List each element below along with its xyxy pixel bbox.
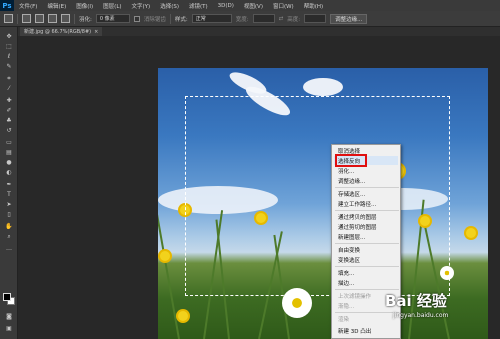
width-label: 宽度: — [235, 16, 249, 23]
menu-window[interactable]: 窗口(W) — [268, 2, 299, 10]
antialias-checkbox[interactable] — [133, 15, 140, 22]
path-select-tool-icon[interactable]: ➤ — [4, 201, 14, 209]
height-label: 高度: — [287, 16, 301, 23]
menu-divider — [335, 266, 399, 267]
marquee-preset-icon[interactable] — [4, 14, 13, 23]
menu-item-save-selection[interactable]: 存储选区... — [338, 190, 365, 198]
menu-item-layer-via-copy[interactable]: 通过拷贝的图层 — [338, 213, 377, 221]
antialias-label: 消除锯齿 — [143, 16, 166, 23]
eraser-tool-icon[interactable]: ▭ — [4, 139, 14, 147]
yellow-flower — [466, 228, 476, 238]
menu-item-feather[interactable]: 羽化... — [338, 167, 354, 175]
gradient-tool-icon[interactable]: ▤ — [4, 149, 14, 157]
eyedropper-tool-icon[interactable]: ⁄ — [4, 85, 14, 93]
menu-3d[interactable]: 3D(D) — [213, 3, 239, 9]
pen-tool-icon[interactable]: ✒ — [4, 181, 14, 189]
shape-tool-icon[interactable]: ▯ — [4, 211, 14, 219]
add-selection-icon[interactable] — [35, 14, 44, 23]
watermark-url: jingyan.baidu.com — [393, 312, 449, 319]
menu-divider — [335, 210, 399, 211]
yellow-flower — [160, 251, 170, 261]
type-tool-icon[interactable]: T — [4, 191, 14, 199]
cloud — [303, 78, 343, 96]
stamp-tool-icon[interactable]: ♣ — [4, 117, 14, 125]
menu-item-refine-edge[interactable]: 调整边缘... — [338, 177, 365, 185]
menu-bar: Ps 文件(F) 编辑(E) 图像(I) 图层(L) 文字(Y) 选择(S) 滤… — [0, 0, 500, 11]
menu-item-stroke[interactable]: 描边... — [338, 279, 354, 287]
blur-tool-icon[interactable]: ● — [4, 159, 14, 167]
menu-view[interactable]: 视图(V) — [239, 2, 268, 10]
menu-select[interactable]: 选择(S) — [155, 2, 184, 10]
style-label: 样式: — [174, 16, 188, 23]
selection-marquee — [185, 96, 450, 296]
quick-select-tool-icon[interactable]: ✎ — [4, 63, 14, 71]
menu-item-free-transform[interactable]: 自由变换 — [338, 246, 360, 254]
feather-input[interactable]: 0 像素 — [95, 14, 130, 23]
document-tab-bar: 新建.jpg @ 66.7%(RGB/8#) × — [18, 27, 500, 36]
healing-tool-icon[interactable]: ✚ — [4, 97, 14, 105]
menu-image[interactable]: 图像(I) — [71, 2, 98, 10]
intersect-selection-icon[interactable] — [61, 14, 70, 23]
move-tool-icon[interactable]: ✥ — [4, 33, 14, 41]
baidu-jingyan-watermark: Bai 经验 jingyan.baidu.com — [385, 290, 497, 336]
subtract-selection-icon[interactable] — [48, 14, 57, 23]
divider — [17, 13, 18, 24]
screen-mode-icon[interactable]: ▣ — [4, 325, 14, 333]
tools-panel: ✥ ⬚ ℓ ✎ ⌗ ⁄ ✚ ✐ ♣ ↺ ▭ ▤ ● ◐ ✒ T ➤ ▯ ✋ ⌕ … — [0, 27, 18, 339]
refine-edge-button[interactable]: 调整边缘... — [330, 13, 368, 24]
photoshop-window: Ps 文件(F) 编辑(E) 图像(I) 图层(L) 文字(Y) 选择(S) 滤… — [0, 0, 500, 339]
marquee-tool-icon[interactable]: ⬚ — [4, 43, 14, 51]
menu-item-new-layer[interactable]: 新建图层... — [338, 233, 365, 241]
highlight-annotation-box — [335, 154, 367, 167]
close-icon[interactable]: × — [94, 29, 98, 35]
document-tab-label: 新建.jpg @ 66.7%(RGB/8#) — [24, 29, 92, 35]
menu-item-fade: 渐隐... — [338, 304, 355, 310]
menu-filter[interactable]: 滤镜(T) — [184, 2, 213, 10]
menu-type[interactable]: 文字(Y) — [127, 2, 156, 10]
watermark-logo: Bai 经验 — [385, 292, 447, 310]
extra-tools-icon[interactable]: … — [4, 245, 14, 253]
menu-divider — [335, 187, 399, 188]
quick-mask-icon[interactable]: ◙ — [4, 313, 14, 321]
brush-tool-icon[interactable]: ✐ — [4, 107, 14, 115]
new-selection-icon[interactable] — [22, 14, 31, 23]
menu-edit[interactable]: 编辑(E) — [42, 2, 71, 10]
height-input[interactable] — [304, 14, 327, 23]
menu-divider — [335, 243, 399, 244]
zoom-tool-icon[interactable]: ⌕ — [4, 233, 14, 241]
hand-tool-icon[interactable]: ✋ — [4, 223, 14, 231]
options-bar: 羽化: 0 像素 消除锯齿 样式: 正常 宽度: ⇄ 高度: 调整边缘... — [0, 11, 500, 27]
menu-item-transform-selection[interactable]: 变换选区 — [338, 256, 360, 264]
grass-blade — [158, 191, 180, 339]
menu-item-new-3d-extrusion[interactable]: 新建 3D 凸出 — [338, 327, 371, 335]
dodge-tool-icon[interactable]: ◐ — [4, 169, 14, 177]
divider — [74, 13, 75, 24]
yellow-flower — [178, 311, 188, 321]
swap-icon[interactable]: ⇄ — [279, 16, 284, 22]
photoshop-logo: Ps — [0, 0, 14, 11]
crop-tool-icon[interactable]: ⌗ — [4, 75, 14, 83]
menu-layer[interactable]: 图层(L) — [98, 2, 126, 10]
menu-item-render: 渲染 — [338, 317, 350, 323]
divider — [169, 13, 171, 24]
width-input[interactable] — [252, 14, 275, 23]
menu-item-layer-via-cut[interactable]: 通过剪切的图层 — [338, 223, 377, 231]
menu-item-last-filter: 上次滤镜操作 — [338, 294, 372, 300]
menu-item-make-work-path[interactable]: 建立工作路径... — [338, 200, 376, 208]
history-brush-tool-icon[interactable]: ↺ — [4, 127, 14, 135]
document-tab[interactable]: 新建.jpg @ 66.7%(RGB/8#) × — [20, 27, 103, 36]
foreground-color-swatch[interactable] — [3, 293, 11, 301]
lasso-tool-icon[interactable]: ℓ — [4, 53, 14, 61]
menu-item-fill[interactable]: 填充... — [338, 269, 354, 277]
feather-label: 羽化: — [79, 16, 92, 23]
style-select[interactable]: 正常 — [191, 14, 232, 23]
menu-help[interactable]: 帮助(H) — [299, 2, 328, 10]
menu-file[interactable]: 文件(F) — [14, 2, 42, 10]
